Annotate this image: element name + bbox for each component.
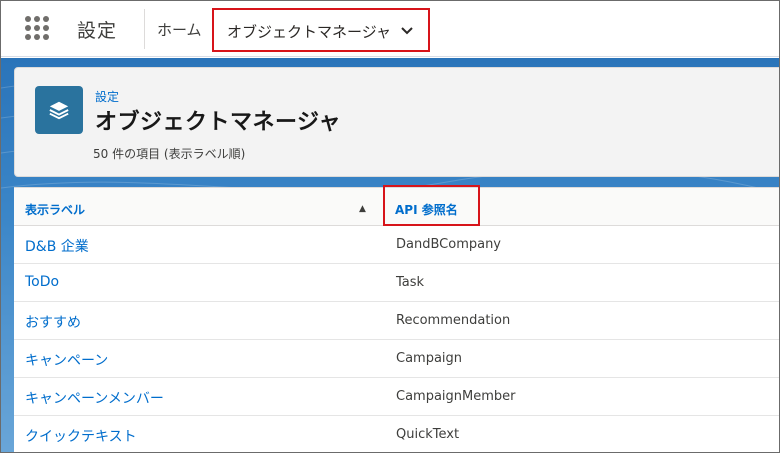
column-header-api-name[interactable]: API 参照名: [395, 201, 458, 218]
object-label-link[interactable]: キャンペーンメンバー: [25, 388, 164, 408]
object-api-name: Recommendation: [396, 313, 511, 328]
object-api-name: DandBCompany: [396, 237, 502, 252]
column-header-label[interactable]: 表示ラベル: [25, 201, 85, 218]
breadcrumb[interactable]: 設定: [95, 88, 119, 105]
nav-divider: [144, 9, 145, 49]
object-label-link[interactable]: キャンペーン: [25, 350, 108, 370]
table-row: クイックテキスト QuickText: [14, 416, 779, 452]
table-row: キャンペーンメンバー CampaignMember: [14, 378, 779, 416]
objects-table: 表示ラベル ▲ API 参照名 D&B 企業 DandBCompany ToDo…: [14, 185, 779, 452]
table-row: ToDo Task: [14, 264, 779, 302]
chevron-down-icon[interactable]: [400, 25, 414, 37]
item-count: 50 件の項目 (表示ラベル順): [93, 147, 246, 161]
object-api-name: CampaignMember: [396, 389, 516, 404]
app-launcher-grid-icon[interactable]: [25, 16, 51, 42]
object-label-link[interactable]: ToDo: [25, 274, 59, 290]
app-name: 設定: [77, 20, 118, 42]
nav-tab-home[interactable]: ホーム: [157, 19, 202, 40]
object-label-link[interactable]: クイックテキスト: [25, 426, 137, 446]
table-row: おすすめ Recommendation: [14, 302, 779, 340]
object-label-link[interactable]: D&B 企業: [25, 236, 89, 256]
object-api-name: Task: [396, 275, 425, 290]
app-window: 設定 ホーム オブジェクトマネージャ 設定 オブジェクトマネージャ 50 件の項…: [0, 0, 780, 453]
layers-icon: [35, 86, 83, 134]
page-header: 設定 オブジェクトマネージャ 50 件の項目 (表示ラベル順): [14, 67, 779, 177]
sort-ascending-icon[interactable]: ▲: [359, 204, 366, 214]
table-header: 表示ラベル ▲ API 参照名: [14, 185, 779, 226]
nav-tab-object-manager-label: オブジェクトマネージャ: [227, 23, 391, 41]
object-api-name: Campaign: [396, 351, 463, 366]
global-nav-bar: 設定 ホーム オブジェクトマネージャ: [1, 1, 779, 57]
object-label-link[interactable]: おすすめ: [25, 312, 81, 332]
table-row: D&B 企業 DandBCompany: [14, 226, 779, 264]
object-api-name: QuickText: [396, 427, 460, 442]
table-row: キャンペーン Campaign: [14, 340, 779, 378]
nav-tab-object-manager[interactable]: オブジェクトマネージャ: [212, 8, 430, 52]
page-title: オブジェクトマネージャ: [95, 110, 341, 135]
